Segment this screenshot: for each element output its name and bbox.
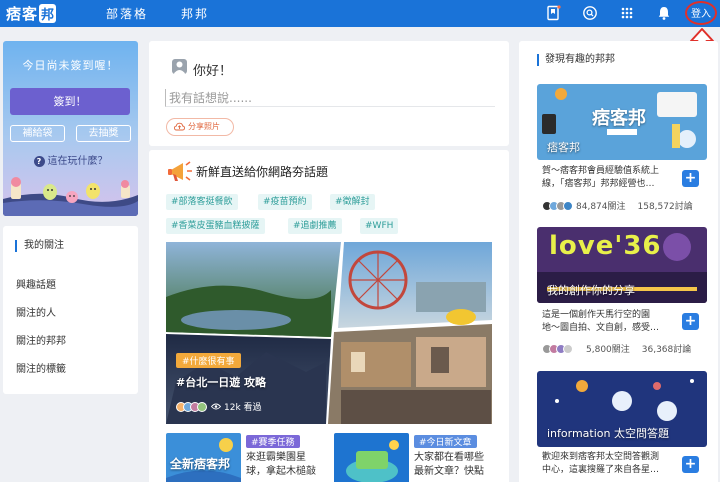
- board-stats: 5,800關注 36,368討論: [542, 342, 691, 355]
- board-desc-line: 線，「痞客邦」邦邦經營也…: [542, 179, 655, 189]
- board-followers: 84,874關注: [576, 202, 626, 212]
- board-name: information 太空問答題: [547, 427, 669, 440]
- sub-topic-line: 球，拿起木槌敲: [246, 466, 316, 477]
- feature-meta: 12k 看過: [176, 400, 262, 413]
- cloud-upload-icon: [174, 122, 185, 131]
- feature-label: #什麼很有事: [176, 353, 241, 368]
- board-name: 痞客邦: [547, 141, 580, 154]
- reader-avatar: [197, 401, 207, 412]
- logo-text: 痞客: [6, 4, 39, 23]
- board-desc-line: 歡迎來到痞客邦太空問答觀測: [542, 452, 660, 462]
- signin-illustration: [3, 177, 138, 216]
- sub-topic-text: 大家都在看哪些 最新文章？快點: [414, 451, 509, 479]
- question-icon: ?: [33, 156, 45, 167]
- help-link[interactable]: ? 這在玩什麼？: [3, 152, 138, 167]
- sub-topic-line: 最新文章？快點: [414, 466, 484, 477]
- board-desc-line: 這是一個創作天馬行空的園: [542, 310, 651, 320]
- discover-boards-card: 發現有趣的邦邦 痞客邦 痞客邦 賀～痞客邦會員經驗值系統上 線，「痞客邦」邦邦經…: [519, 41, 718, 482]
- feature-title: #台北一日遊 攻略: [176, 376, 267, 389]
- my-follow-card: 我的關注 興趣話題 關注的人 關注的邦邦 關注的標籤: [3, 226, 138, 394]
- sub-topic-line: 來逛霸樂園星: [246, 452, 306, 463]
- share-photo-label: 分享照片: [188, 122, 220, 131]
- sub-topic-thumbnail: [334, 433, 409, 482]
- board-posts: 158,572討論: [637, 202, 693, 212]
- board-desc-line: 中心，這裏搜羅了來自各星…: [542, 465, 660, 475]
- post-input[interactable]: [165, 89, 495, 107]
- feature-views: 12k 看過: [224, 403, 262, 413]
- lottery-button[interactable]: 去抽獎: [76, 125, 131, 142]
- share-photo-button[interactable]: 分享照片: [166, 118, 234, 136]
- follow-item-boards[interactable]: 關注的邦邦: [16, 332, 66, 347]
- board-cover-image[interactable]: 痞客邦 痞客邦: [537, 84, 707, 160]
- topic-tag[interactable]: #追劇推薦: [288, 218, 342, 234]
- sub-topic-tag: #賽季任務: [246, 435, 300, 448]
- greeting-text: 你好！: [193, 64, 233, 79]
- sub-topic-card[interactable]: #今日新文章 大家都在看哪些 最新文章？快點: [334, 433, 499, 482]
- follow-item-people[interactable]: 關注的人: [16, 304, 56, 319]
- discover-heading: 發現有趣的邦邦: [537, 54, 615, 66]
- board-description: 賀～痞客邦會員經驗值系統上 線，「痞客邦」邦邦經營也…: [542, 165, 682, 191]
- sub-thumb-text: 全新痞客邦: [170, 457, 231, 471]
- topic-tag[interactable]: #徵解封: [330, 194, 375, 210]
- apps-grid-icon[interactable]: [619, 5, 635, 21]
- board-cover-image[interactable]: love'36 我的創作你的分享: [537, 227, 707, 303]
- board-followers: 5,800關注: [586, 345, 630, 355]
- sub-topic-card[interactable]: 全新痞客邦 #賽季任務 來逛霸樂園星 球，拿起木槌敲: [166, 433, 331, 482]
- annotation-circle: [685, 1, 717, 25]
- topics-title: 新鮮直送給你網路夯話題: [196, 165, 329, 179]
- follower-avatar: [563, 200, 573, 211]
- signin-title: 今日尚未簽到喔！: [22, 59, 119, 72]
- sub-topic-thumbnail: 全新痞客邦: [166, 433, 241, 482]
- sub-topic-tag: #今日新文章: [414, 435, 477, 448]
- board-image-title: love'36: [549, 231, 662, 261]
- follow-board-button[interactable]: +: [682, 170, 699, 187]
- board-description: 歡迎來到痞客邦太空問答觀測 中心，這裏搜羅了來自各星…: [542, 451, 682, 477]
- sub-topic-line: 大家都在看哪些: [414, 452, 484, 463]
- sub-topic-text: 來逛霸樂園星 球，拿起木槌敲: [246, 451, 341, 479]
- logo-box-text: 邦: [39, 3, 57, 23]
- follow-heading: 我的關注: [15, 240, 64, 252]
- bell-icon[interactable]: [656, 5, 672, 21]
- nav-bangbang[interactable]: 邦邦: [181, 5, 209, 22]
- topic-tag[interactable]: #疫苗預約: [258, 194, 312, 210]
- hot-topics-card: 新鮮直送給你網路夯話題 #部落客挺餐飲 #疫苗預約 #徵解封 #香菜皮蛋豬血糕披…: [149, 150, 509, 482]
- topic-tag[interactable]: #部落客挺餐飲: [166, 194, 238, 210]
- board-description: 這是一個創作天馬行空的園 地～圖自拍、文自創，感受…: [542, 309, 682, 335]
- follow-item-tags[interactable]: 關注的標籤: [16, 360, 66, 375]
- top-navigation-bar: 痞客邦 部落格 邦邦 登入: [0, 0, 720, 27]
- pixnet-logo[interactable]: 痞客邦: [6, 3, 57, 23]
- board-cover-image[interactable]: information 太空問答題: [537, 371, 707, 447]
- nav-blog[interactable]: 部落格: [106, 5, 148, 22]
- avatar: [172, 59, 187, 74]
- follow-board-button[interactable]: +: [682, 313, 699, 330]
- supply-bag-button[interactable]: 補給袋: [10, 125, 65, 142]
- board-image-title: 痞客邦: [592, 108, 646, 129]
- composer-card: 你好！ 分享照片: [149, 41, 509, 146]
- board-stats: 84,874關注 158,572討論: [542, 199, 693, 212]
- follower-avatar: [563, 343, 573, 354]
- follow-item-topics[interactable]: 興趣話題: [16, 276, 56, 291]
- follow-board-button[interactable]: +: [682, 456, 699, 473]
- daily-signin-card: 今日尚未簽到喔！ 簽到！ 補給袋 去抽獎 ? 這在玩什麼？: [3, 41, 138, 216]
- bookmark-icon[interactable]: [545, 5, 561, 21]
- help-text: 這在玩什麼？: [47, 156, 108, 167]
- featured-collage-image: [166, 242, 492, 424]
- eye-icon: [211, 403, 221, 410]
- signin-button[interactable]: 簽到！: [10, 88, 130, 115]
- board-desc-line: 地～圖自拍、文自創，感受…: [542, 323, 660, 333]
- board-posts: 36,368討論: [641, 345, 692, 355]
- megaphone-icon: [168, 161, 192, 181]
- board-name: 我的創作你的分享: [547, 284, 635, 297]
- topic-tag[interactable]: #香菜皮蛋豬血糕披薩: [166, 218, 265, 234]
- board-desc-line: 賀～痞客邦會員經驗值系統上: [542, 166, 660, 176]
- featured-topic-card[interactable]: #什麼很有事 #台北一日遊 攻略 12k 看過: [166, 242, 492, 424]
- search-icon[interactable]: [582, 5, 598, 21]
- topic-tag[interactable]: #WFH: [360, 218, 399, 234]
